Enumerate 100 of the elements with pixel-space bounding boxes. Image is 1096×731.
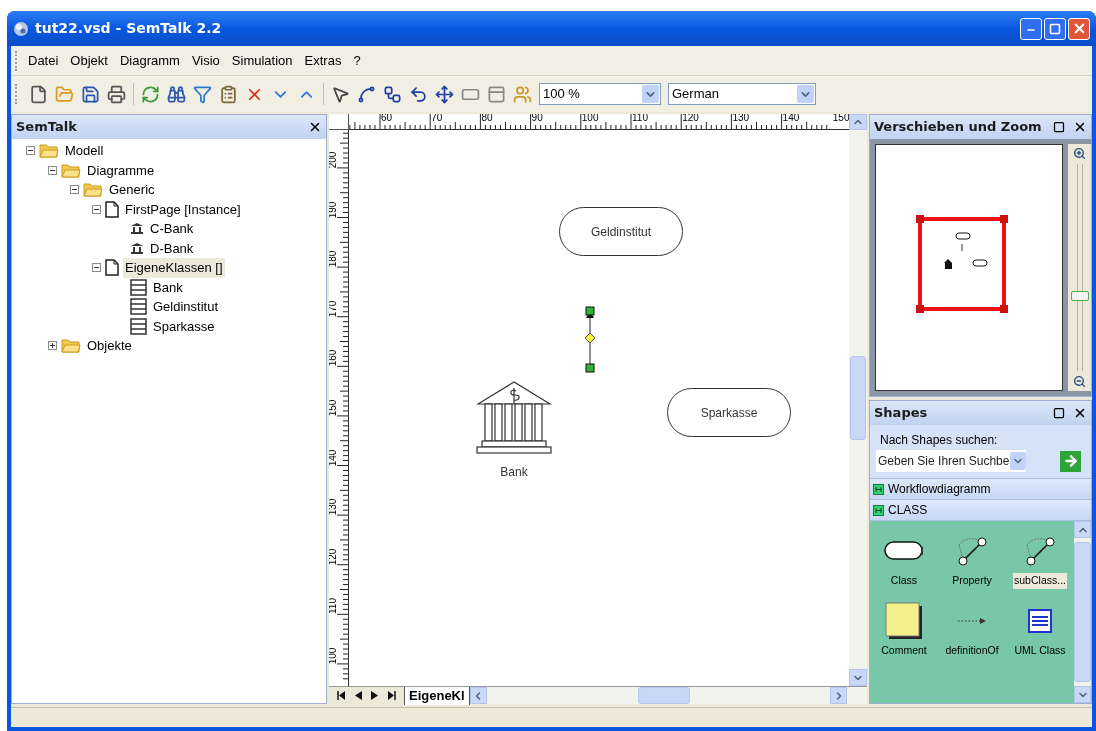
page-preview[interactable] bbox=[875, 144, 1063, 391]
collapse-icon[interactable] bbox=[92, 204, 101, 214]
menu-item[interactable]: Datei bbox=[22, 50, 65, 71]
page-tab[interactable]: EigeneKl bbox=[404, 686, 470, 705]
first-page-icon[interactable] bbox=[337, 691, 346, 700]
tree-item[interactable]: FirstPage [Instance] bbox=[123, 199, 243, 219]
language-dropdown[interactable]: German bbox=[668, 83, 816, 105]
scroll-thumb[interactable] bbox=[850, 356, 866, 440]
menu-item[interactable]: Extras bbox=[298, 50, 348, 71]
printer-icon[interactable] bbox=[107, 84, 126, 104]
binoculars-icon[interactable] bbox=[167, 84, 186, 104]
ruler-label: 150 bbox=[329, 398, 339, 418]
new-document-icon[interactable] bbox=[29, 84, 48, 104]
scroll-right-button[interactable] bbox=[830, 687, 847, 704]
shape-item[interactable]: subClass... bbox=[1013, 573, 1067, 589]
collapse-icon[interactable] bbox=[70, 185, 79, 195]
node-label: Bank bbox=[500, 464, 528, 481]
pan-icon[interactable] bbox=[435, 84, 454, 104]
ruler-label: 150 bbox=[832, 114, 849, 124]
scroll-up-button[interactable] bbox=[1074, 521, 1091, 538]
layout-icon[interactable] bbox=[383, 84, 402, 104]
ruler-label: 160 bbox=[329, 349, 339, 369]
pointer-icon[interactable] bbox=[331, 84, 350, 104]
tree-item[interactable]: Generic bbox=[107, 180, 157, 200]
scroll-up-button[interactable] bbox=[849, 114, 867, 130]
menu-item[interactable]: Objekt bbox=[64, 50, 114, 71]
vertical-scrollbar[interactable] bbox=[1074, 521, 1091, 703]
maximize-button[interactable] bbox=[1044, 17, 1066, 40]
search-go-button[interactable] bbox=[1060, 450, 1081, 472]
collapse-icon[interactable] bbox=[26, 146, 35, 156]
scroll-down-button[interactable] bbox=[1074, 686, 1091, 703]
tree-item[interactable]: EigeneKlassen [] bbox=[123, 258, 225, 278]
tree-item[interactable]: Geldinstitut bbox=[151, 297, 221, 317]
connector-drawing[interactable] bbox=[584, 306, 596, 373]
close-icon[interactable] bbox=[308, 120, 322, 134]
ruler-label: 180 bbox=[329, 249, 339, 270]
slider-thumb[interactable] bbox=[1070, 291, 1089, 302]
vertical-scrollbar[interactable] bbox=[849, 130, 867, 686]
last-page-icon[interactable] bbox=[387, 691, 396, 700]
shape-item[interactable]: Class bbox=[889, 573, 919, 589]
tree-item[interactable]: Sparkasse bbox=[151, 316, 217, 336]
viewport-rectangle[interactable] bbox=[916, 215, 1008, 313]
connector-icon[interactable] bbox=[357, 84, 376, 104]
ruler-label: 100 bbox=[329, 646, 339, 666]
scroll-thumb[interactable] bbox=[1074, 542, 1091, 682]
arrow-right-icon bbox=[1062, 453, 1079, 469]
next-page-icon[interactable] bbox=[371, 691, 378, 700]
shape-item[interactable]: Property bbox=[951, 573, 993, 589]
collapse-icon[interactable] bbox=[48, 165, 57, 175]
scroll-thumb[interactable] bbox=[637, 687, 690, 704]
ruler-label: 170 bbox=[329, 299, 339, 319]
search-label: Nach Shapes suchen: bbox=[879, 432, 999, 449]
maximize-icon bbox=[1049, 22, 1061, 35]
ruler-label: 140 bbox=[782, 114, 800, 124]
maximize-icon[interactable] bbox=[1053, 407, 1065, 419]
close-button[interactable] bbox=[1068, 17, 1090, 40]
save-icon[interactable] bbox=[81, 84, 100, 104]
undo-icon[interactable] bbox=[409, 84, 428, 104]
ruler-label: 60 bbox=[381, 114, 393, 124]
filter-icon[interactable] bbox=[193, 84, 212, 104]
collapse-icon[interactable] bbox=[92, 263, 101, 273]
tree-item[interactable]: C-Bank bbox=[148, 219, 196, 239]
menu-item[interactable]: Visio bbox=[185, 50, 226, 71]
refresh-icon[interactable] bbox=[141, 84, 160, 104]
scroll-down-button[interactable] bbox=[849, 669, 867, 686]
minimize-button[interactable] bbox=[1020, 17, 1042, 40]
tree-item[interactable]: D-Bank bbox=[148, 238, 196, 258]
tree-item[interactable]: Bank bbox=[151, 277, 185, 297]
zoom-out-icon[interactable] bbox=[1073, 375, 1086, 388]
vertical-panel-icon[interactable] bbox=[487, 84, 506, 104]
horizontal-scrollbar[interactable] bbox=[469, 687, 867, 704]
shape-item[interactable]: UML Class bbox=[1013, 642, 1067, 659]
panel-title: Shapes bbox=[874, 404, 928, 423]
menu-item[interactable]: Simulation bbox=[225, 50, 299, 71]
ruler-label: 100 bbox=[581, 114, 599, 124]
zoom-slider[interactable] bbox=[1068, 144, 1091, 391]
ruler-label: 120 bbox=[329, 547, 339, 567]
shape-item[interactable]: Comment bbox=[880, 642, 928, 659]
tree-item[interactable]: Modell bbox=[63, 141, 106, 161]
page-icon bbox=[105, 259, 119, 277]
tree-item[interactable]: Diagramme bbox=[85, 160, 157, 180]
stencil-header[interactable]: CLASS bbox=[870, 499, 1091, 520]
zoom-dropdown[interactable]: 100 % bbox=[539, 83, 661, 105]
zoom-in-icon[interactable] bbox=[1073, 147, 1086, 160]
properties-icon[interactable] bbox=[219, 84, 238, 104]
tree-item[interactable]: Objekte bbox=[85, 336, 134, 356]
ruler-label: 130 bbox=[329, 497, 339, 518]
class-node: Geldinstitut bbox=[559, 207, 683, 256]
menu-item[interactable]: Diagramm bbox=[113, 50, 186, 71]
shape-search-field[interactable]: Geben Sie Ihren Suchbe bbox=[876, 450, 1026, 472]
expand-icon[interactable] bbox=[48, 341, 57, 351]
shape-item[interactable]: definitionOf bbox=[944, 642, 1000, 659]
class-icon bbox=[130, 278, 147, 296]
maximize-icon[interactable] bbox=[1053, 121, 1065, 133]
menu-item[interactable]: ? bbox=[347, 50, 367, 71]
previous-page-icon[interactable] bbox=[355, 691, 362, 700]
ruler-label: 110 bbox=[632, 114, 648, 124]
close-icon[interactable] bbox=[1073, 120, 1087, 134]
stencil-header[interactable]: Workflowdiagramm bbox=[870, 478, 1091, 499]
close-icon[interactable] bbox=[1073, 406, 1087, 420]
